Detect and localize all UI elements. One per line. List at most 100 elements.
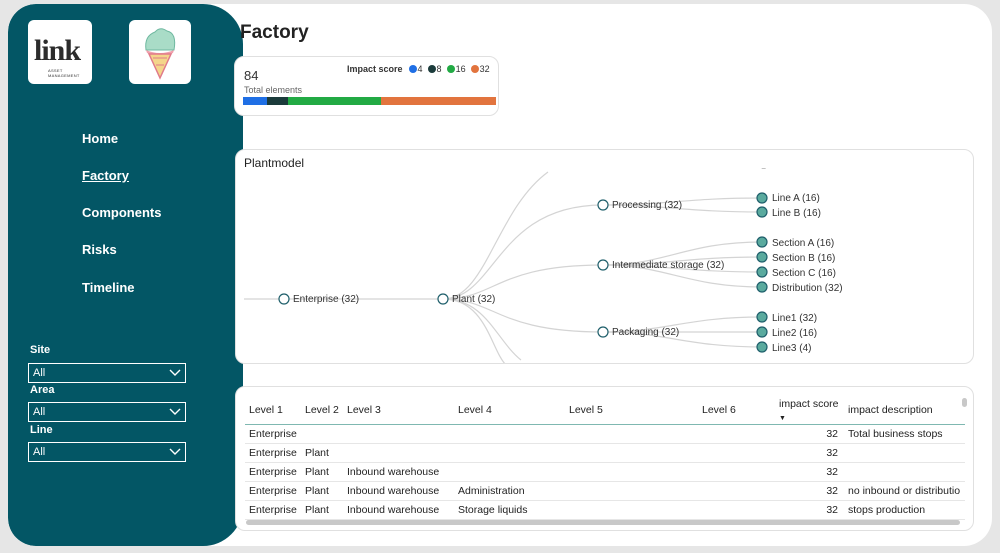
- impact-distribution-bar: [243, 97, 496, 105]
- table-cell: [343, 424, 454, 444]
- table-cell: Enterprise: [245, 500, 301, 520]
- nav-timeline[interactable]: Timeline: [82, 280, 135, 295]
- table-cell: [454, 443, 565, 463]
- node-line2-label: Line2 (16): [772, 328, 817, 339]
- node-line-b-label: Line B (16): [772, 208, 821, 219]
- table-cell: Enterprise: [245, 424, 301, 444]
- legend-item-32: 32: [470, 64, 490, 74]
- column-header[interactable]: impact description: [844, 397, 965, 425]
- table-cell: 32: [775, 462, 844, 482]
- table-cell: [698, 424, 775, 444]
- column-header[interactable]: Level 3: [343, 397, 454, 425]
- legend-item-16: 16: [446, 64, 466, 74]
- node-line-a-label: Line A (16): [772, 193, 820, 204]
- table-cell: stops production: [844, 500, 965, 520]
- table-cell: 32: [775, 481, 844, 501]
- table-cell: [343, 443, 454, 463]
- node-distribution: [756, 281, 768, 293]
- chevron-down-icon: [169, 448, 181, 455]
- node-section-c-label: Section C (16): [772, 268, 836, 279]
- table-cell: [565, 424, 698, 444]
- nav-factory[interactable]: Factory: [82, 168, 129, 183]
- table-cell: [565, 481, 698, 501]
- kpi-card: 84 Total elements Impact score 4 8 16 32: [234, 56, 499, 116]
- table-cell: Total business stops: [844, 424, 965, 444]
- vertical-scrollbar[interactable]: [962, 398, 967, 407]
- plantmodel-tree: ‾ Enterprise (32) Plant (32) Processing …: [244, 167, 843, 363]
- line-label: Line: [30, 424, 53, 436]
- site-label: Site: [30, 344, 51, 356]
- legend-title: Impact score: [347, 64, 403, 74]
- ice-cream-logo: [129, 20, 191, 84]
- table-row[interactable]: Enterprise Plant 32: [245, 443, 965, 463]
- table-cell: [844, 443, 965, 463]
- area-label: Area: [30, 384, 55, 396]
- column-header[interactable]: Level 4: [454, 397, 565, 425]
- column-header[interactable]: Level 1: [245, 397, 301, 425]
- logo-subtitle: ASSET MANAGEMENT: [48, 68, 80, 78]
- table-cell: [301, 424, 343, 444]
- horizontal-scrollbar[interactable]: [246, 520, 960, 525]
- table-cell: [698, 443, 775, 463]
- table-cell: Inbound warehouse: [343, 500, 454, 520]
- bar-segment-4: [243, 97, 268, 105]
- sidebar: link ASSET MANAGEMENT Home Factory Compo…: [8, 4, 243, 546]
- table-cell: Plant: [301, 462, 343, 482]
- legend-label: 8: [436, 64, 442, 74]
- column-header[interactable]: Level 2: [301, 397, 343, 425]
- node-packaging-label: Packaging (32): [612, 327, 679, 338]
- nav-risks[interactable]: Risks: [82, 242, 117, 257]
- table-row[interactable]: Enterprise Plant Inbound warehouse Storage …: [245, 500, 965, 520]
- node-processing-label: Processing (32): [612, 200, 682, 211]
- node-section-b-label: Section B (16): [772, 253, 835, 264]
- area-value: All: [33, 406, 46, 418]
- table-cell: Plant: [301, 481, 343, 501]
- node-intermediate-label: Intermediate storage (32): [612, 260, 724, 271]
- table-row[interactable]: Enterprise Plant Inbound warehouse 32: [245, 462, 965, 482]
- column-header[interactable]: Level 5: [565, 397, 698, 425]
- table-cell: 32: [775, 424, 844, 444]
- table-row[interactable]: Enterprise 32 Total business stops: [245, 424, 965, 444]
- legend-label: 16: [455, 64, 466, 74]
- area-dropdown[interactable]: All: [28, 402, 186, 422]
- node-line3: [756, 341, 768, 353]
- ice-cream-icon: [145, 28, 176, 80]
- nav-home[interactable]: Home: [82, 131, 118, 146]
- node-distribution-label: Distribution (32): [772, 283, 843, 294]
- sort-descending-icon: ▼: [779, 415, 786, 423]
- node-processing: [597, 199, 609, 211]
- node-section-a: [756, 236, 768, 248]
- legend-label: 32: [479, 64, 490, 74]
- table-cell: Storage liquids: [454, 500, 565, 520]
- line-dropdown[interactable]: All: [28, 442, 186, 462]
- table-cell: Inbound warehouse: [343, 481, 454, 501]
- page-title: Factory: [240, 22, 309, 43]
- table-cell: Enterprise: [245, 443, 301, 463]
- table-cell: [454, 424, 565, 444]
- table-cell: Administration: [454, 481, 565, 501]
- site-value: All: [33, 367, 46, 379]
- table-cell: 32: [775, 443, 844, 463]
- legend-dot: [427, 65, 436, 73]
- table-row[interactable]: Enterprise Plant Inbound warehouse Administ…: [245, 481, 965, 501]
- bar-segment-8: [267, 97, 289, 105]
- node-plant: [437, 293, 449, 305]
- column-header-impact-score[interactable]: impact score ▼: [775, 397, 844, 425]
- node-section-a-label: Section A (16): [772, 238, 834, 249]
- table-header-row: Level 1 Level 2 Level 3 Level 4 Level 5 …: [245, 397, 965, 425]
- table-cell: [565, 462, 698, 482]
- site-dropdown[interactable]: All: [28, 363, 186, 383]
- column-header[interactable]: Level 6: [698, 397, 775, 425]
- table-cell: Enterprise: [245, 481, 301, 501]
- legend-label: 4: [417, 64, 423, 74]
- legend-dot: [470, 65, 479, 73]
- node-line3-label: Line3 (4): [772, 343, 811, 354]
- table-cell: Inbound warehouse: [343, 462, 454, 482]
- node-line-a: [756, 192, 768, 204]
- node-line-b: [756, 206, 768, 218]
- bar-segment-16: [288, 97, 382, 105]
- legend-dot: [446, 65, 455, 73]
- table-cell: Plant: [301, 500, 343, 520]
- node-section-b: [756, 251, 768, 263]
- nav-components[interactable]: Components: [82, 205, 161, 220]
